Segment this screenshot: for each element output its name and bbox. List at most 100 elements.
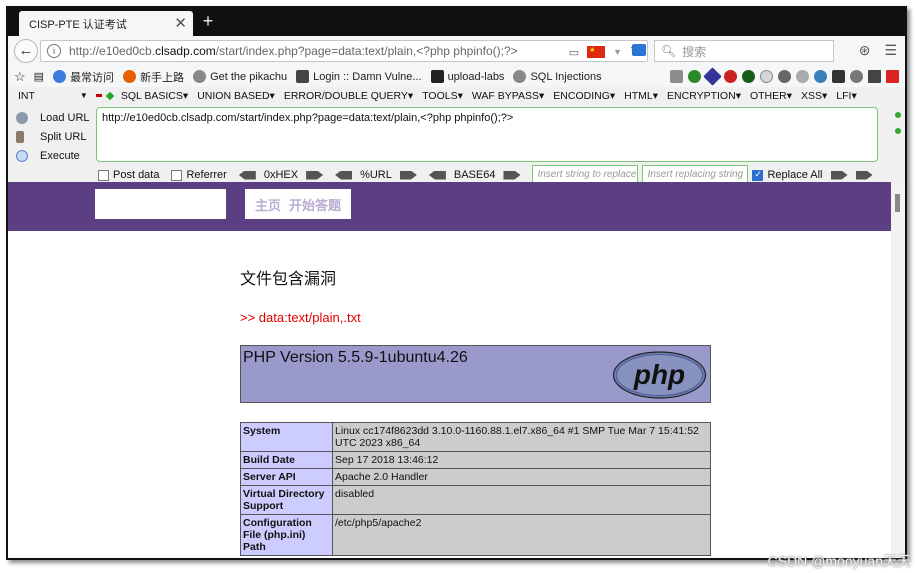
phpinfo-header: PHP Version 5.5.9-1ubuntu4.26 php	[240, 345, 711, 403]
folder-icon	[430, 70, 444, 83]
url-encode-control[interactable]: %URL	[335, 169, 417, 181]
base64-control[interactable]: BASE64	[428, 169, 521, 181]
account-icon[interactable]	[850, 70, 863, 83]
table-row: Build Date Sep 17 2018 13:46:12	[240, 451, 711, 469]
execute-button[interactable]: Execute	[16, 146, 96, 165]
hackbar-menu-union-based[interactable]: UNION BASED▾	[197, 90, 275, 102]
shield-icon[interactable]	[742, 70, 755, 83]
dropdown-icon[interactable]: ▼	[613, 47, 622, 57]
hackbar-side-controls	[895, 112, 901, 134]
hackbar-url-textarea[interactable]: http://e10ed0cb.clsadp.com/start/index.p…	[96, 107, 878, 162]
include-path-text: >> data:text/plain,.txt	[240, 310, 361, 325]
arrow-left-icon[interactable]	[428, 170, 446, 180]
screenshot-icon[interactable]	[670, 70, 683, 83]
bookmark-item[interactable]: Login :: Damn Vulne...	[296, 70, 422, 83]
tab-active[interactable]: CISP-PTE 认证考试 ✕	[19, 11, 193, 36]
load-url-button[interactable]: Load URL	[16, 108, 96, 127]
phpinfo-table: System Linux cc174f8623dd 3.10.0-1160.88.…	[240, 422, 711, 556]
hex-encode-control[interactable]: 0xHEX	[238, 169, 324, 181]
diamond-icon[interactable]	[105, 91, 115, 100]
arrow-right-icon[interactable]	[306, 170, 324, 180]
phpinfo-value: Linux cc174f8623dd 3.10.0-1160.88.1.el7.…	[332, 422, 711, 452]
menu-icon[interactable]: ☰	[884, 42, 897, 59]
php-logo-icon: php	[612, 351, 707, 399]
hackbar-menu-waf-bypass[interactable]: WAF BYPASS▾	[472, 90, 544, 102]
scrollbar-thumb[interactable]	[895, 194, 900, 212]
pocket-icon[interactable]	[632, 44, 646, 56]
new-tab-button[interactable]: +	[196, 10, 220, 34]
close-tab-icon[interactable]: ✕	[174, 14, 187, 32]
php-version: PHP Version 5.5.9-1ubuntu4.26	[243, 349, 468, 366]
arrow-left-icon[interactable]	[335, 170, 353, 180]
hackbar-menu-tools[interactable]: TOOLS▾	[422, 90, 463, 102]
split-url-icon	[16, 130, 24, 143]
chevron-down-icon[interactable]: ▼	[80, 91, 88, 100]
arrow-right-icon[interactable]	[399, 170, 417, 180]
table-row: Virtual Directory Support disabled	[240, 485, 711, 515]
extension-icon[interactable]	[703, 67, 722, 86]
hackbar-menu-other[interactable]: OTHER▾	[750, 90, 792, 102]
watermark: CSDN @mooyuan天天	[767, 553, 911, 569]
load-url-icon	[16, 111, 28, 124]
search-input[interactable]: 🔍︎ 搜索	[654, 40, 834, 62]
phpinfo-key: Server API	[240, 468, 333, 486]
execute-icon	[16, 149, 28, 162]
hackbar-menu-encryption[interactable]: ENCRYPTION▾	[667, 90, 741, 102]
arrow-right-icon[interactable]	[830, 170, 848, 180]
page-scrollbar[interactable]	[891, 182, 905, 558]
nav-home-link[interactable]: 主页	[255, 195, 281, 214]
dvwa-icon	[296, 70, 310, 83]
globe-icon	[53, 70, 67, 83]
library-icon[interactable]: ▤	[34, 70, 44, 83]
arrow-left-icon[interactable]	[238, 170, 256, 180]
bookmark-item[interactable]: SQL Injections	[513, 70, 602, 83]
post-data-checkbox[interactable]: Post data	[98, 169, 159, 181]
back-button[interactable]: ←	[14, 39, 38, 63]
js-icon[interactable]	[886, 70, 899, 83]
minus-icon[interactable]	[95, 94, 102, 97]
tab-title: CISP-PTE 认证考试	[29, 18, 127, 31]
table-row: Server API Apache 2.0 Handler	[240, 468, 711, 486]
bookmark-item[interactable]: Get the pikachu	[193, 70, 287, 83]
firefox-icon	[123, 70, 137, 83]
adblock-icon[interactable]	[724, 70, 737, 83]
hackbar-menu-html[interactable]: HTML▾	[624, 90, 658, 102]
bookmark-item[interactable]: 最常访问	[53, 69, 114, 85]
arrow-right-icon[interactable]	[855, 170, 873, 180]
bookmark-item[interactable]: upload-labs	[430, 70, 504, 83]
arrow-right-icon[interactable]	[503, 170, 521, 180]
php-logo-text: php	[633, 359, 685, 390]
globe-icon[interactable]	[814, 70, 827, 83]
addon-icon[interactable]: ⊛	[859, 42, 871, 59]
site-header: 主页 开始答题	[8, 182, 891, 231]
phpinfo-value: disabled	[332, 485, 711, 515]
bookmarks-toolbar: ☆ ▤ 最常访问 新手上路 Get the pikachu Login :: Damn…	[8, 66, 905, 87]
hackbar-menu-encoding[interactable]: ENCODING▾	[553, 90, 615, 102]
referrer-checkbox[interactable]: Referrer	[171, 169, 227, 181]
search-tool-icon[interactable]	[760, 70, 773, 83]
hackbar-menu-int[interactable]: INT	[18, 90, 35, 102]
table-row: System Linux cc174f8623dd 3.10.0-1160.88.…	[240, 422, 711, 452]
hackbar-menu-xss[interactable]: XSS▾	[801, 90, 827, 102]
star-icon[interactable]: ☆	[14, 69, 26, 85]
address-bar[interactable]: i http://e10ed0cb.clsadp.com/start/index…	[40, 40, 648, 62]
phpinfo-value: Apache 2.0 Handler	[332, 468, 711, 486]
status-dot-icon	[895, 128, 901, 134]
phpinfo-value: /etc/php5/apache2	[332, 514, 711, 556]
replace-all-checkbox[interactable]: Replace All	[752, 169, 873, 181]
split-url-button[interactable]: Split URL	[16, 127, 96, 146]
home-icon[interactable]	[868, 70, 881, 83]
extension-icon[interactable]	[688, 70, 701, 83]
bookmark-item[interactable]: 新手上路	[123, 69, 184, 85]
palette-icon[interactable]	[796, 70, 809, 83]
download-icon[interactable]	[832, 70, 845, 83]
hackbar-menu-sql-basics[interactable]: SQL BASICS▾	[121, 90, 188, 102]
gear-icon[interactable]	[778, 70, 791, 83]
reader-view-icon[interactable]: ▭	[569, 46, 579, 59]
info-icon[interactable]: i	[47, 44, 61, 58]
status-dot-icon	[895, 112, 901, 118]
hackbar-menu-lfi[interactable]: LFI▾	[836, 90, 856, 102]
nav-start-quiz-link[interactable]: 开始答题	[289, 195, 341, 214]
hackbar-menu-error-double-query[interactable]: ERROR/DOUBLE QUERY▾	[284, 90, 413, 102]
page-title: 文件包含漏洞	[240, 271, 337, 288]
